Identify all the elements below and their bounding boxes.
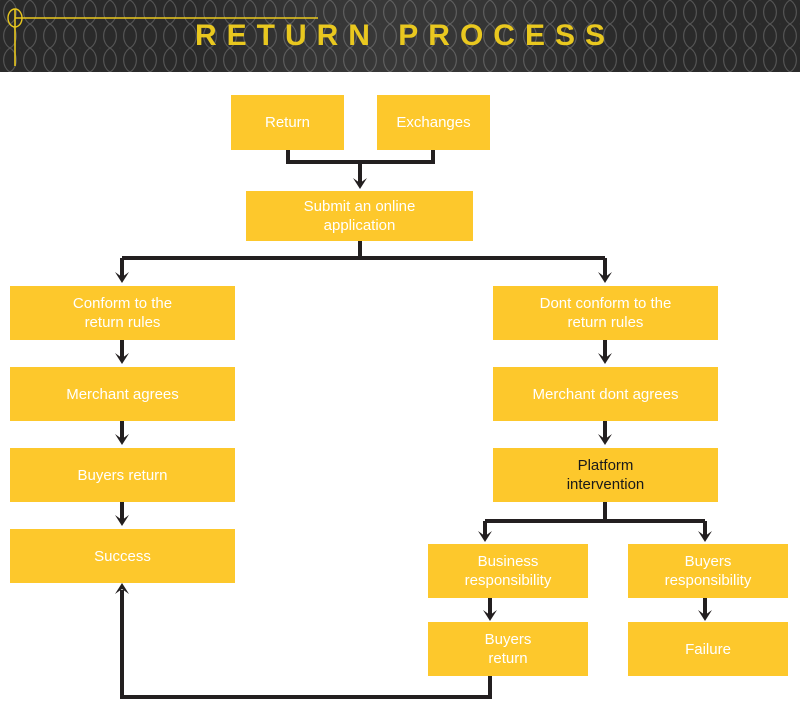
- header-banner: RETURN PROCESS: [0, 0, 800, 72]
- node-buyers-responsibility[interactable]: Buyers responsibility: [628, 544, 788, 598]
- node-submit-application[interactable]: Submit an online application: [246, 191, 473, 241]
- arrowhead-submit: [353, 178, 367, 189]
- node-failure[interactable]: Failure: [628, 622, 788, 676]
- edge-exchanges-to-submit: [360, 150, 435, 164]
- node-dont-conform-to-return-rules[interactable]: Dont conform to the return rules: [493, 286, 718, 340]
- flowchart-page: RETURN PROCESS Return Exchanges Submit a…: [0, 0, 800, 709]
- node-buyers-return-left[interactable]: Buyers return: [10, 448, 235, 502]
- arrowhead-buyersreturn-bottom: [483, 610, 497, 621]
- arrowhead-success: [115, 515, 129, 526]
- arrowhead-buyersresp: [698, 531, 712, 542]
- node-merchant-agrees[interactable]: Merchant agrees: [10, 367, 235, 421]
- page-title: RETURN PROCESS: [194, 19, 616, 52]
- arrowhead-buyersreturn-left: [115, 434, 129, 445]
- arrowhead-platform: [598, 434, 612, 445]
- arrowhead-businessresp: [478, 531, 492, 542]
- node-conform-to-return-rules[interactable]: Conform to the return rules: [10, 286, 235, 340]
- node-buyers-return-bottom[interactable]: Buyers return: [428, 622, 588, 676]
- arrowhead-dontconform: [598, 272, 612, 283]
- node-success[interactable]: Success: [10, 529, 235, 583]
- node-business-responsibility[interactable]: Business responsibility: [428, 544, 588, 598]
- node-merchant-dont-agrees[interactable]: Merchant dont agrees: [493, 367, 718, 421]
- edge-return-to-submit: [286, 150, 360, 164]
- arrowhead-merchantdont: [598, 353, 612, 364]
- arrowhead-merchantagrees: [115, 353, 129, 364]
- node-return[interactable]: Return: [231, 95, 344, 150]
- arrowhead-success-feedback: [115, 583, 129, 594]
- arrowhead-failure: [698, 610, 712, 621]
- node-platform-intervention[interactable]: Platform intervention: [493, 448, 718, 502]
- node-exchanges[interactable]: Exchanges: [377, 95, 490, 150]
- arrowhead-conform: [115, 272, 129, 283]
